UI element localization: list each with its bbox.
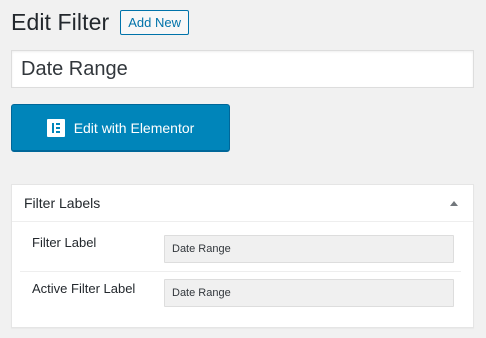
page-header: Edit Filter Add New	[11, 8, 189, 36]
filter-label-row: Filter Label	[20, 228, 461, 272]
page-title: Edit Filter	[11, 9, 110, 35]
active-filter-label-input[interactable]	[164, 279, 454, 307]
filter-labels-title: Filter Labels	[24, 195, 101, 211]
triangle-up-icon[interactable]	[450, 200, 458, 206]
post-title-input[interactable]	[11, 50, 474, 88]
active-filter-label-row: Active Filter Label	[20, 273, 461, 319]
add-new-button[interactable]: Add New	[120, 9, 189, 35]
filter-labels-box: Filter Labels Filter Label Active Filter…	[11, 184, 474, 328]
elementor-icon	[46, 118, 65, 137]
filter-label-input[interactable]	[164, 235, 454, 263]
filter-label-label: Filter Label	[32, 235, 97, 250]
active-filter-label-label: Active Filter Label	[32, 281, 136, 296]
edit-with-elementor-label: Edit with Elementor	[73, 119, 195, 136]
edit-with-elementor-button[interactable]: Edit with Elementor	[11, 104, 230, 152]
filter-labels-header[interactable]: Filter Labels	[12, 185, 473, 222]
